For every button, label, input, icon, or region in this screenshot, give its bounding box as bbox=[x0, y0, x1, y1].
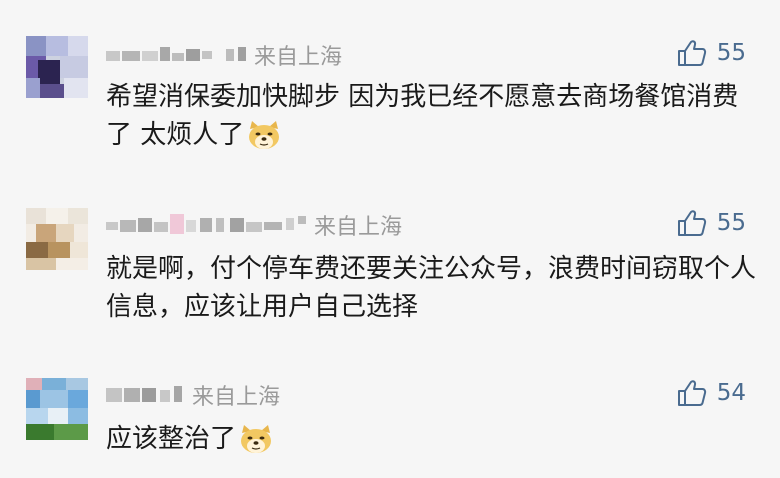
comment-body: 应该整治了 bbox=[106, 424, 237, 454]
comment-text: 希望消保委加快脚步 因为我已经不愿意去商场餐馆消费了 太烦人了 bbox=[106, 78, 756, 154]
avatar[interactable] bbox=[26, 36, 88, 98]
comment-header: 来自上海 bbox=[106, 380, 280, 410]
like-count: 55 bbox=[716, 40, 746, 66]
doge-emoji bbox=[249, 121, 280, 149]
comment-item: 来自上海 54 应该整治了 bbox=[0, 340, 780, 478]
comment-text: 就是啊，付个停车费还要关注公众号，浪费时间窃取个人信息，应该让用户自己选择 bbox=[106, 250, 756, 326]
thumb-up-icon bbox=[677, 40, 706, 66]
doge-emoji bbox=[241, 425, 272, 453]
username[interactable] bbox=[106, 45, 248, 65]
like-button[interactable]: 55 bbox=[677, 38, 746, 68]
comment-item: 来自上海 55 就是啊，付个停车费还要关注公众号，浪费时间窃取个人信息，应该让用… bbox=[0, 170, 780, 340]
comment-header: 来自上海 bbox=[106, 210, 402, 240]
username[interactable] bbox=[106, 214, 308, 236]
location-label: 来自上海 bbox=[192, 385, 281, 410]
like-count: 54 bbox=[716, 380, 746, 406]
like-button[interactable]: 54 bbox=[677, 378, 746, 408]
comment-item: 来自上海 55 希望消保委加快脚步 因为我已经不愿意去商场餐馆消费了 太烦人了 bbox=[0, 0, 780, 170]
comment-header: 来自上海 bbox=[106, 40, 342, 70]
comment-body: 就是啊，付个停车费还要关注公众号，浪费时间窃取个人信息，应该让用户自己选择 bbox=[106, 254, 757, 322]
comment-body: 希望消保委加快脚步 因为我已经不愿意去商场餐馆消费了 太烦人了 bbox=[106, 82, 739, 150]
thumb-up-icon bbox=[677, 380, 706, 406]
avatar[interactable] bbox=[26, 378, 88, 440]
thumb-up-icon bbox=[677, 210, 706, 236]
location-label: 来自上海 bbox=[254, 45, 343, 70]
comment-text: 应该整治了 bbox=[106, 420, 756, 458]
like-button[interactable]: 55 bbox=[677, 208, 746, 238]
avatar[interactable] bbox=[26, 208, 88, 270]
location-label: 来自上海 bbox=[314, 215, 403, 240]
username[interactable] bbox=[106, 384, 186, 406]
like-count: 55 bbox=[716, 210, 746, 236]
